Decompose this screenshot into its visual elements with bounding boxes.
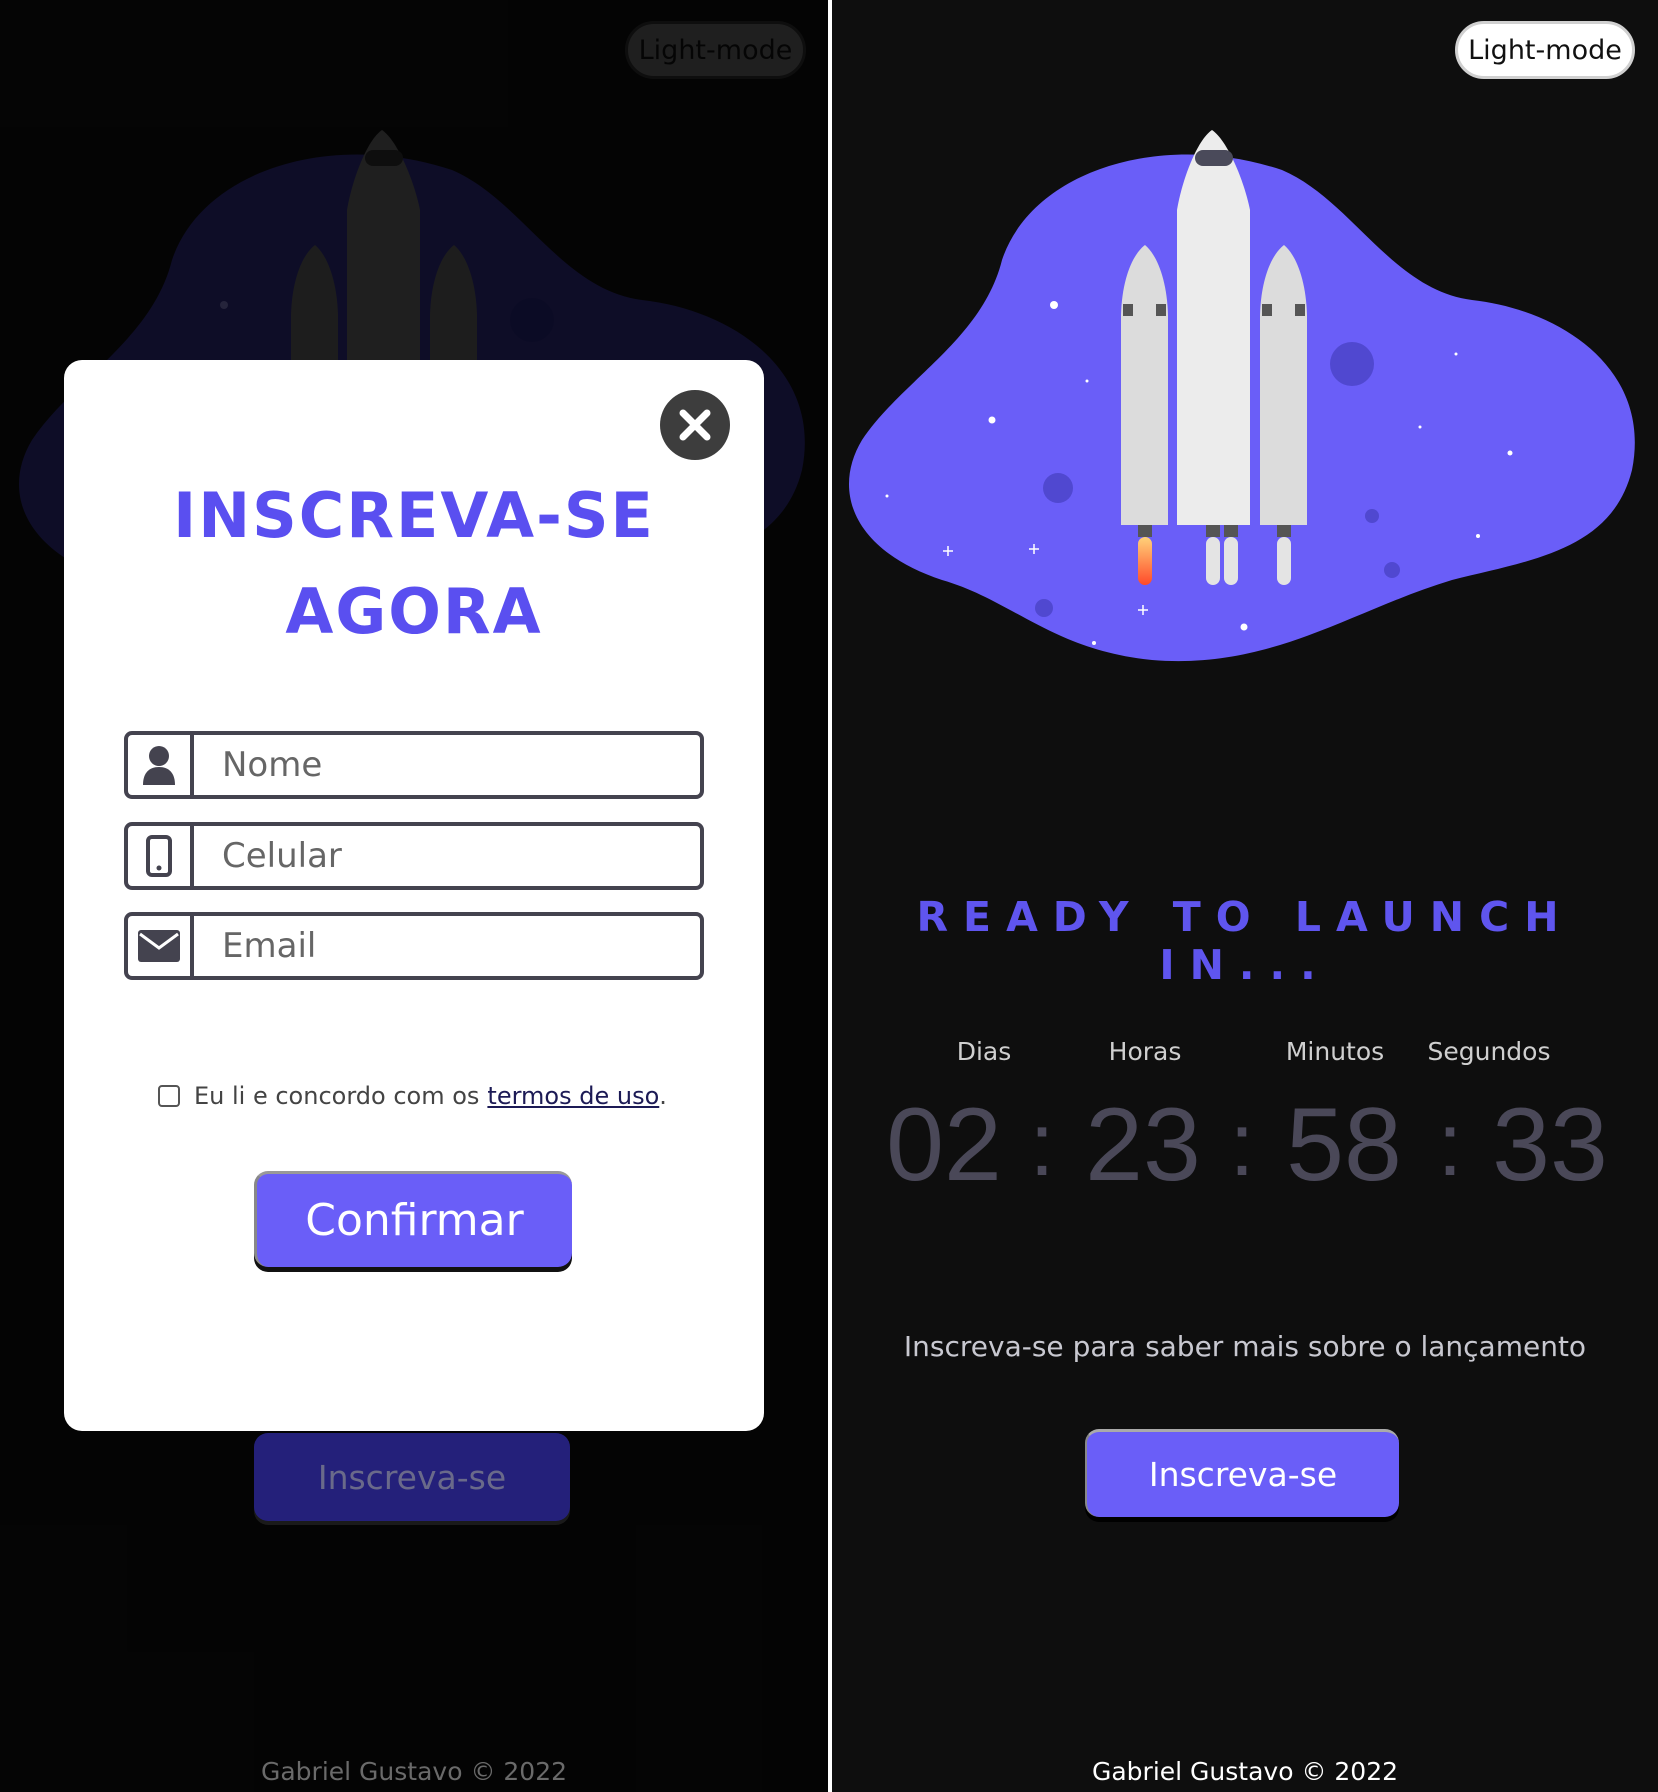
rocket-illustration	[848, 130, 1635, 662]
envelope-icon	[138, 930, 180, 962]
countdown-days: 02	[886, 1087, 1002, 1203]
label-days: Dias	[956, 1037, 1012, 1066]
countdown-hours: 23	[1085, 1087, 1201, 1203]
email-field	[124, 912, 704, 980]
subscribe-button[interactable]: Inscreva-se	[1085, 1429, 1399, 1517]
terms-period: .	[659, 1082, 667, 1110]
theme-toggle-button[interactable]: Light-mode	[1455, 21, 1635, 79]
label-seconds: Segundos	[1427, 1037, 1551, 1066]
modal-title-line2: AGORA	[285, 575, 543, 648]
terms-text: Eu li e concordo com os	[194, 1082, 480, 1110]
email-input[interactable]	[194, 916, 700, 976]
countdown-seconds: 33	[1492, 1087, 1608, 1203]
footer-text: Gabriel Gustavo © 2022	[1091, 1757, 1399, 1786]
countdown-screen: Light-mode READY TO LAUNCH IN... Dias Ho…	[832, 0, 1658, 1792]
modal-open-screen: Light-mode Inscreva-se Gabriel Gustavo ©…	[0, 0, 828, 1792]
phone-field	[124, 822, 704, 890]
terms-row: Eu li e concordo com os termos de uso .	[158, 1082, 667, 1110]
terms-link[interactable]: termos de uso	[487, 1082, 659, 1110]
launch-headline: READY TO LAUNCH IN...	[916, 893, 1574, 989]
terms-checkbox[interactable]	[158, 1085, 180, 1107]
modal-title: INSCREVA-SE AGORA	[64, 468, 764, 660]
label-hours: Horas	[1108, 1037, 1182, 1066]
countdown-separator: :	[1029, 1095, 1055, 1195]
subscribe-modal: INSCREVA-SE AGORA Nome Celular Email Eu …	[64, 360, 764, 1431]
close-icon	[679, 409, 711, 441]
countdown-separator: :	[1229, 1095, 1255, 1195]
footer-text: Gabriel Gustavo © 2022	[260, 1757, 568, 1786]
phone-input[interactable]	[194, 826, 700, 886]
subscribe-button-background: Inscreva-se	[254, 1433, 570, 1521]
subscribe-subtext: Inscreva-se para saber mais sobre o lanç…	[903, 1330, 1587, 1363]
close-button[interactable]	[660, 390, 730, 460]
countdown-timer: 02 : 23 : 58 : 33	[832, 1090, 1658, 1200]
countdown-minutes: 58	[1286, 1087, 1402, 1203]
label-minutes: Minutos	[1285, 1037, 1385, 1066]
name-input[interactable]	[194, 735, 700, 795]
name-field	[124, 731, 704, 799]
modal-title-line1: INSCREVA-SE	[173, 479, 655, 552]
countdown-separator: :	[1437, 1095, 1463, 1195]
confirm-button[interactable]: Confirmar	[254, 1171, 572, 1267]
user-icon	[143, 746, 175, 785]
countdown-labels: Dias Horas Minutos Segundos	[832, 1037, 1658, 1071]
phone-icon	[146, 835, 172, 877]
